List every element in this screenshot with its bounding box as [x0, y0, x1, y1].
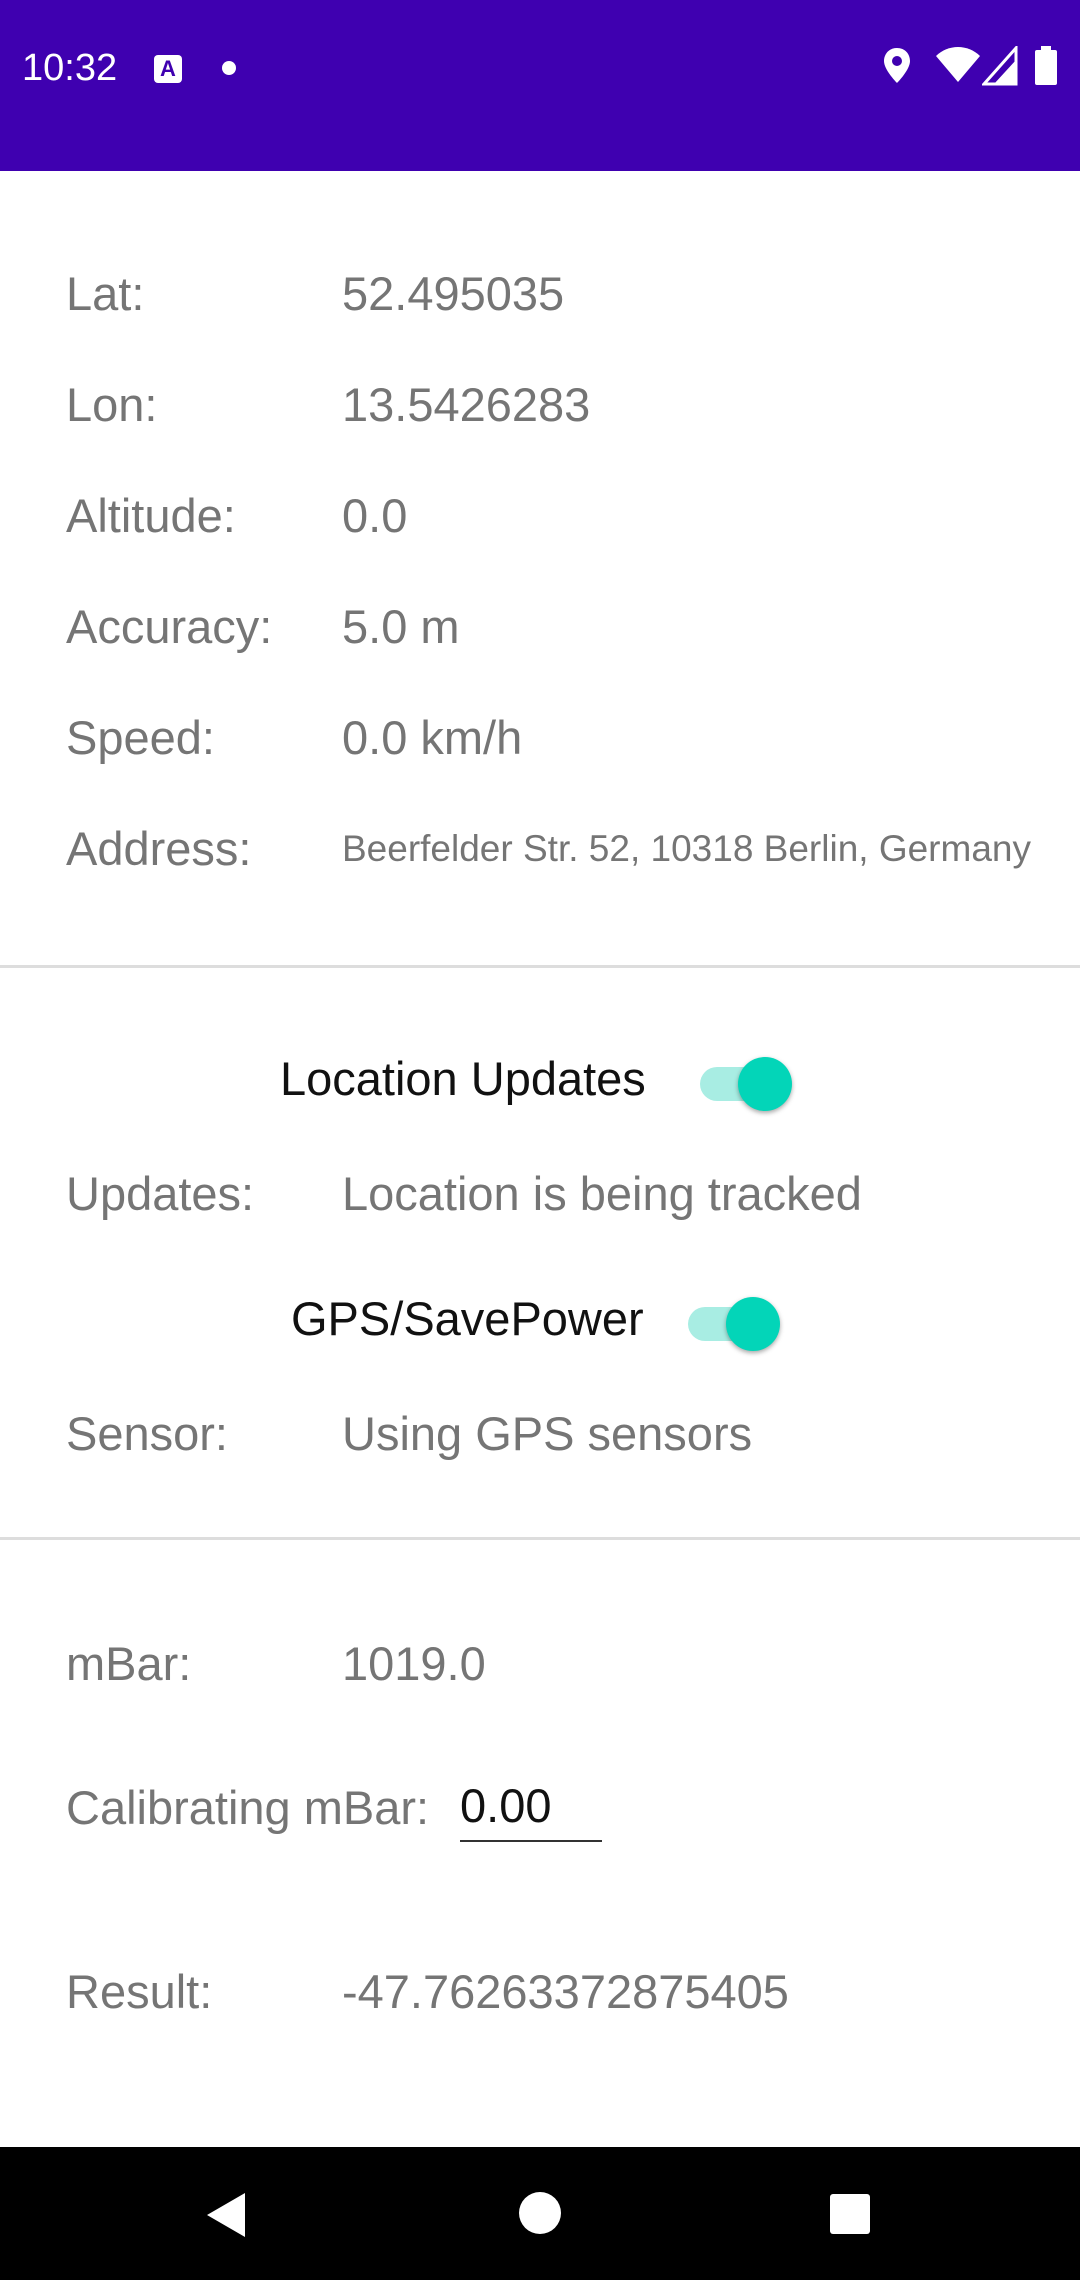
address-value: Beerfelder Str. 52, 10318 Berlin, German… [342, 828, 1031, 869]
updates-label: Updates: [66, 1167, 255, 1220]
location-updates-row: Location Updates [0, 1039, 1080, 1119]
altitude-label: Altitude: [66, 489, 236, 542]
address-label: Address: [66, 822, 252, 875]
switch-thumb [738, 1057, 792, 1111]
lat-label: Lat: [66, 267, 145, 320]
signal-icon [982, 46, 1018, 86]
gps-row: GPS/SavePower [0, 1279, 1080, 1359]
navigation-bar [0, 2147, 1080, 2280]
mbar-label: mBar: [66, 1637, 192, 1690]
lon-label: Lon: [66, 378, 158, 431]
sensor-value: Using GPS sensors [342, 1407, 753, 1460]
location-updates-switch[interactable] [696, 1047, 792, 1111]
home-icon[interactable] [517, 2190, 563, 2236]
result-value: -47.76263372875405 [342, 1965, 789, 2018]
mbar-value: 1019.0 [342, 1637, 486, 1690]
updates-value: Location is being tracked [342, 1167, 862, 1220]
wifi-icon [936, 47, 980, 82]
divider-sensors [0, 1537, 1080, 1540]
altitude-row: Altitude: 0.0 [0, 481, 1080, 551]
accuracy-row: Accuracy: 5.0 m [0, 592, 1080, 662]
lat-value: 52.495035 [342, 267, 565, 320]
gps-label: GPS/SavePower [291, 1292, 644, 1345]
lat-row: Lat: 52.495035 [0, 259, 1080, 329]
back-icon[interactable] [203, 2190, 249, 2240]
result-label: Result: [66, 1965, 213, 2018]
status-time: 10:32 [22, 47, 118, 89]
updates-row: Updates: Location is being tracked [0, 1159, 1080, 1229]
location-updates-label: Location Updates [280, 1052, 646, 1105]
sensor-label: Sensor: [66, 1407, 228, 1460]
speed-label: Speed: [66, 711, 215, 764]
battery-icon [1035, 46, 1057, 85]
mbar-row: mBar: 1019.0 [0, 1629, 1080, 1699]
result-row: Result: -47.76263372875405 [0, 1957, 1080, 2027]
lon-row: Lon: 13.5426283 [0, 370, 1080, 440]
notification-a-icon: A [154, 55, 182, 83]
recents-icon[interactable] [829, 2193, 871, 2235]
speed-row: Speed: 0.0 km/h [0, 703, 1080, 773]
lon-value: 13.5426283 [342, 378, 591, 431]
accuracy-value: 5.0 m [342, 600, 460, 653]
notification-dot-icon [222, 61, 236, 75]
status-bar: 10:32 A [0, 0, 1080, 171]
sensor-row: Sensor: Using GPS sensors [0, 1399, 1080, 1469]
altitude-value: 0.0 [342, 489, 408, 542]
accuracy-label: Accuracy: [66, 600, 273, 653]
location-icon [884, 48, 910, 83]
speed-value: 0.0 km/h [342, 711, 523, 764]
calibrating-label: Calibrating mBar: [66, 1781, 430, 1834]
gps-savepower-switch[interactable] [684, 1287, 780, 1351]
address-row: Address: Beerfelder Str. 52, 10318 Berli… [0, 814, 1080, 884]
divider-location [0, 965, 1080, 968]
switch-thumb [726, 1297, 780, 1351]
calibrating-mbar-input[interactable] [460, 1770, 602, 1842]
